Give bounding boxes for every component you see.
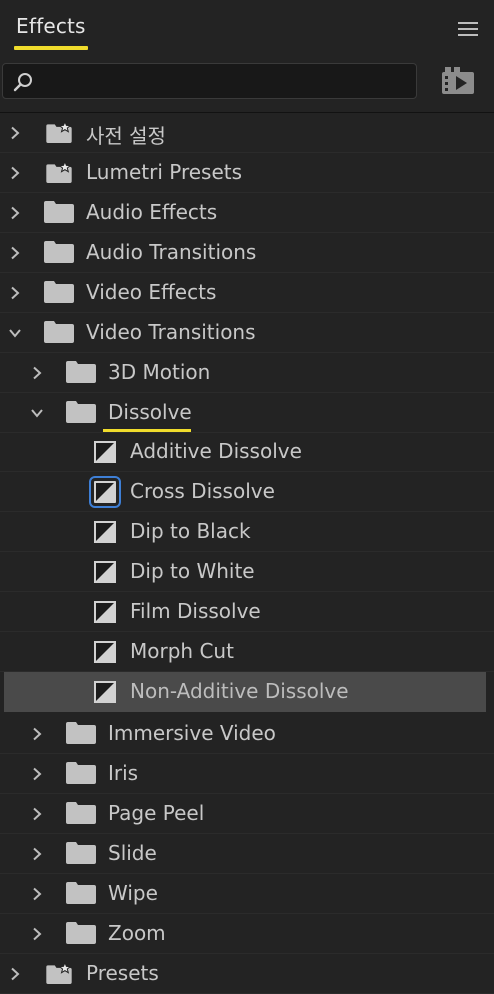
active-tab-indicator	[14, 46, 88, 50]
folder-icon	[66, 922, 96, 944]
transition-label: Cross Dissolve	[130, 479, 275, 503]
tree-folder-item[interactable]: Audio Effects	[0, 193, 494, 233]
tree-item-label: Audio Transitions	[86, 240, 257, 264]
transition-item[interactable]: Dip to Black	[0, 512, 494, 552]
tree-item-label: Lumetri Presets	[86, 160, 243, 184]
folder-icon	[66, 361, 96, 383]
transition-label: Non-Additive Dissolve	[130, 679, 349, 703]
tree-folder-item[interactable]: Presets	[0, 954, 494, 994]
tree-folder-item[interactable]: Wipe	[0, 874, 494, 914]
transition-label: Morph Cut	[130, 639, 234, 663]
tree-item-label: 3D Motion	[108, 360, 211, 384]
preset-folder-icon	[46, 161, 72, 183]
transition-label: Dip to Black	[130, 519, 251, 543]
transition-item[interactable]: Additive Dissolve	[0, 432, 494, 472]
folder-icon	[66, 722, 96, 744]
tree-folder-item[interactable]: Slide	[0, 834, 494, 874]
chevron-right-icon[interactable]	[30, 767, 44, 781]
folder-icon	[66, 842, 96, 864]
transition-label: Additive Dissolve	[130, 439, 302, 463]
tab-effects[interactable]: Effects	[16, 14, 86, 38]
tree-folder-item[interactable]: Audio Transitions	[0, 233, 494, 273]
new-custom-bin-icon[interactable]	[440, 66, 476, 96]
folder-icon	[44, 281, 74, 303]
tree-folder-item[interactable]: 사전 설정	[0, 113, 494, 153]
folder-icon	[44, 321, 74, 343]
transition-item[interactable]: Film Dissolve	[0, 592, 494, 632]
tree-folder-item[interactable]: Dissolve	[0, 393, 494, 433]
preset-folder-icon	[46, 121, 72, 143]
tree-item-label: Audio Effects	[86, 200, 218, 224]
transition-item[interactable]: Non-Additive Dissolve	[4, 672, 486, 712]
transition-label: Film Dissolve	[130, 599, 261, 623]
tree-item-label: Immersive Video	[108, 721, 276, 745]
chevron-right-icon[interactable]	[30, 847, 44, 861]
transition-icon	[94, 521, 116, 543]
tree-folder-item[interactable]: Page Peel	[0, 794, 494, 834]
transition-label: Dip to White	[130, 559, 255, 583]
chevron-right-icon[interactable]	[8, 206, 22, 220]
chevron-down-icon[interactable]	[8, 326, 22, 340]
folder-icon	[44, 241, 74, 263]
folder-icon	[44, 201, 74, 223]
tree-item-label: 사전 설정	[86, 124, 166, 148]
tree-folder-item[interactable]: Immersive Video	[0, 714, 494, 754]
chevron-right-icon[interactable]	[30, 927, 44, 941]
folder-icon	[66, 882, 96, 904]
tree-folder-item[interactable]: 3D Motion	[0, 353, 494, 393]
transition-item[interactable]: Cross Dissolve	[0, 472, 494, 512]
tree-item-label: Iris	[108, 761, 139, 785]
transition-icon	[89, 476, 121, 508]
search-input[interactable]	[41, 64, 415, 100]
transition-item[interactable]: Dip to White	[0, 552, 494, 592]
tree-item-label: Presets	[86, 961, 159, 985]
tree-item-label: Slide	[108, 841, 157, 865]
chevron-right-icon[interactable]	[8, 967, 22, 981]
panel-header: Effects	[0, 0, 494, 54]
transition-icon	[94, 681, 116, 703]
chevron-right-icon[interactable]	[8, 286, 22, 300]
search-icon	[13, 73, 32, 92]
chevron-right-icon[interactable]	[30, 366, 44, 380]
chevron-right-icon[interactable]	[8, 246, 22, 260]
transition-icon	[94, 641, 116, 663]
folder-icon	[66, 401, 96, 423]
tree-folder-item[interactable]: Video Effects	[0, 273, 494, 313]
tree-folder-item[interactable]: Iris	[0, 754, 494, 794]
tree-folder-item[interactable]: Video Transitions	[0, 313, 494, 353]
transition-icon	[94, 561, 116, 583]
tree-item-label: Zoom	[108, 921, 166, 945]
tree-item-label: Page Peel	[108, 801, 205, 825]
tree-item-label: Wipe	[108, 881, 158, 905]
chevron-right-icon[interactable]	[30, 727, 44, 741]
tree-item-label: Video Transitions	[86, 320, 256, 344]
tree-folder-item[interactable]: Lumetri Presets	[0, 153, 494, 193]
tree-folder-item[interactable]: Zoom	[0, 914, 494, 954]
tree-item-label: Video Effects	[86, 280, 217, 304]
transition-icon	[94, 441, 116, 463]
chevron-down-icon[interactable]	[30, 406, 44, 420]
chevron-right-icon[interactable]	[8, 166, 22, 180]
chevron-right-icon[interactable]	[30, 887, 44, 901]
preset-folder-icon	[46, 962, 72, 984]
search-field[interactable]	[2, 63, 417, 100]
transition-icon	[94, 601, 116, 623]
folder-icon	[66, 762, 96, 784]
transition-item[interactable]: Morph Cut	[0, 632, 494, 672]
tree-item-label: Dissolve	[108, 400, 192, 424]
folder-icon	[66, 802, 96, 824]
chevron-right-icon[interactable]	[30, 807, 44, 821]
panel-menu-icon[interactable]	[458, 22, 478, 38]
chevron-right-icon[interactable]	[8, 126, 22, 140]
